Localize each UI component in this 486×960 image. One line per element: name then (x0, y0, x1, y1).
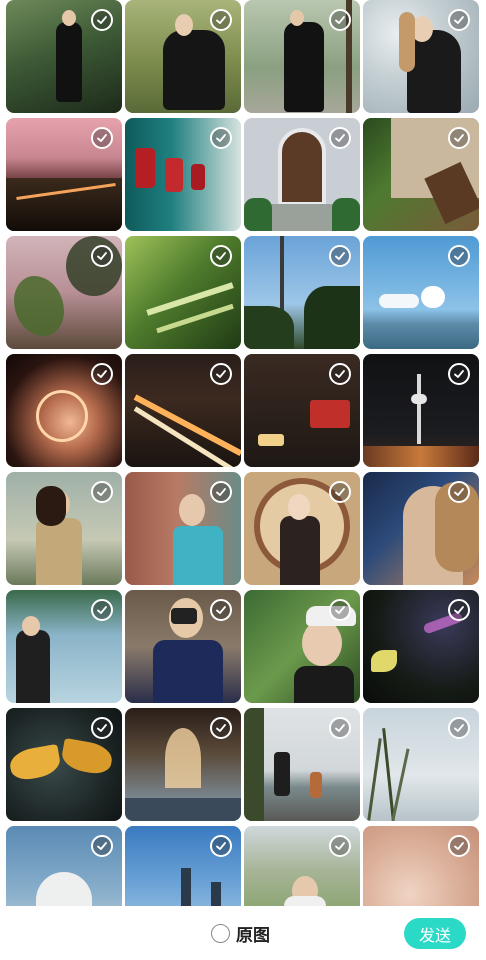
photo-tile[interactable] (125, 472, 241, 585)
check-icon[interactable] (329, 481, 351, 503)
check-icon[interactable] (210, 363, 232, 385)
photo-tile[interactable] (244, 0, 360, 113)
photo-tile[interactable] (244, 472, 360, 585)
check-icon[interactable] (329, 245, 351, 267)
check-icon[interactable] (329, 599, 351, 621)
photo-tile[interactable] (363, 236, 479, 349)
photo-tile[interactable] (363, 826, 479, 906)
check-icon[interactable] (448, 127, 470, 149)
check-icon[interactable] (448, 599, 470, 621)
photo-tile[interactable] (363, 118, 479, 231)
check-icon[interactable] (329, 835, 351, 857)
check-icon[interactable] (329, 717, 351, 739)
check-icon[interactable] (91, 245, 113, 267)
original-image-label: 原图 (236, 925, 270, 946)
photo-tile[interactable] (244, 826, 360, 906)
check-icon[interactable] (329, 363, 351, 385)
check-icon[interactable] (210, 599, 232, 621)
photo-tile[interactable] (363, 0, 479, 113)
check-icon[interactable] (448, 9, 470, 31)
photo-tile[interactable] (125, 118, 241, 231)
check-icon[interactable] (91, 835, 113, 857)
photo-tile[interactable] (125, 0, 241, 113)
check-icon[interactable] (448, 363, 470, 385)
photo-tile[interactable] (6, 0, 122, 113)
check-icon[interactable] (91, 717, 113, 739)
check-icon[interactable] (329, 127, 351, 149)
check-icon[interactable] (91, 363, 113, 385)
check-icon[interactable] (448, 245, 470, 267)
check-icon[interactable] (91, 481, 113, 503)
original-image-toggle[interactable]: 原图 (211, 921, 270, 946)
photo-tile[interactable] (244, 590, 360, 703)
check-icon[interactable] (210, 717, 232, 739)
photo-grid (0, 0, 486, 906)
photo-tile[interactable] (6, 354, 122, 467)
send-button[interactable]: 发送 (404, 918, 466, 949)
photo-tile[interactable] (125, 236, 241, 349)
check-icon[interactable] (329, 9, 351, 31)
check-icon[interactable] (448, 481, 470, 503)
check-icon[interactable] (210, 9, 232, 31)
photo-tile[interactable] (244, 354, 360, 467)
check-icon[interactable] (91, 9, 113, 31)
photo-tile[interactable] (244, 708, 360, 821)
photo-tile[interactable] (363, 590, 479, 703)
check-icon[interactable] (210, 245, 232, 267)
photo-tile[interactable] (6, 590, 122, 703)
check-icon[interactable] (210, 835, 232, 857)
photo-tile[interactable] (6, 826, 122, 906)
check-icon[interactable] (210, 481, 232, 503)
photo-tile[interactable] (125, 354, 241, 467)
check-icon[interactable] (448, 835, 470, 857)
photo-tile[interactable] (244, 118, 360, 231)
photo-tile[interactable] (125, 590, 241, 703)
photo-tile[interactable] (6, 118, 122, 231)
check-icon[interactable] (448, 717, 470, 739)
photo-tile[interactable] (125, 708, 241, 821)
photo-tile[interactable] (244, 236, 360, 349)
photo-tile[interactable] (6, 708, 122, 821)
photo-tile[interactable] (363, 472, 479, 585)
photo-tile[interactable] (6, 236, 122, 349)
photo-tile[interactable] (363, 708, 479, 821)
check-icon[interactable] (210, 127, 232, 149)
photo-tile[interactable] (6, 472, 122, 585)
check-icon[interactable] (91, 599, 113, 621)
photo-tile[interactable] (125, 826, 241, 906)
bottom-bar: 原图 发送 (0, 906, 486, 960)
radio-icon[interactable] (211, 923, 230, 943)
photo-tile[interactable] (363, 354, 479, 467)
check-icon[interactable] (91, 127, 113, 149)
